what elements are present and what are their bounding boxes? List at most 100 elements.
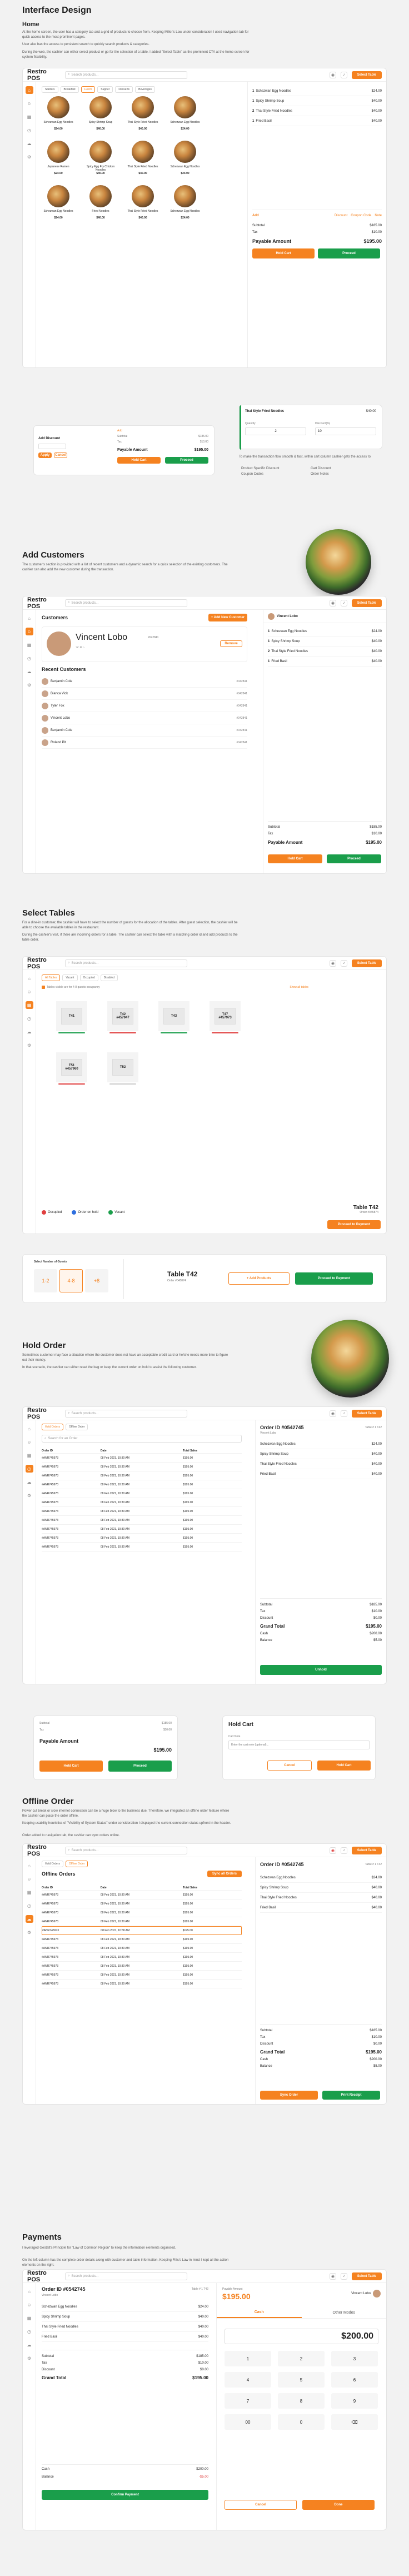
apply-button[interactable]: Apply: [38, 452, 52, 458]
discount-link[interactable]: Discount: [335, 214, 347, 217]
discount-input[interactable]: [38, 444, 66, 449]
unhold-button[interactable]: Unhold: [260, 1665, 382, 1675]
users-icon[interactable]: ☺: [26, 1875, 33, 1883]
product-card[interactable]: Thai Style Fried Noodles $40.00: [126, 185, 159, 220]
wifi-icon[interactable]: ◉: [330, 959, 336, 967]
product-card[interactable]: Thai Style Fried Noodles $40.00: [126, 141, 159, 175]
cart-item[interactable]: 2 Thai Style Fried Noodles $40.00: [252, 106, 382, 116]
table-icon[interactable]: ▦: [25, 1001, 33, 1009]
search-input[interactable]: ⌕ Search products...: [65, 599, 187, 607]
payment-tab[interactable]: Other Modes: [302, 2308, 387, 2318]
table-tile[interactable]: T51 #457960: [56, 1052, 87, 1088]
users-icon[interactable]: ☺: [26, 2301, 33, 2309]
table-icon[interactable]: ▦: [26, 641, 33, 649]
category-tab[interactable]: Supper: [97, 86, 113, 93]
product-card[interactable]: Thai Style Fried Noodles $40.00: [126, 96, 159, 131]
table-icon[interactable]: ▦: [26, 2314, 33, 2322]
keypad-key[interactable]: 8: [278, 2393, 325, 2409]
wifi-icon[interactable]: ◉: [330, 71, 336, 78]
select-table-button[interactable]: Select Table: [352, 959, 382, 967]
select-table-button[interactable]: Select Table: [352, 1846, 382, 1854]
table-row[interactable]: #ANR745973 08 Feb 2021, 10:30 AM $195.00: [42, 1962, 242, 1971]
product-card[interactable]: Schezwan Egg Noodles $24.00: [42, 96, 75, 131]
category-tab[interactable]: Breakfast: [60, 86, 79, 93]
print-receipt-button[interactable]: Print Receipt: [322, 2091, 380, 2100]
cart-item[interactable]: 1 Fried Basil $40.00: [252, 116, 382, 126]
table-row[interactable]: #ANR745973 08 Feb 2021, 10:30 AM $195.00: [42, 1507, 242, 1516]
cart-item[interactable]: Schezwan Egg Noodles $24.00: [42, 2302, 208, 2312]
recent-customer-row[interactable]: Bianca Vick #042841: [42, 688, 247, 700]
cart-item[interactable]: Spicy Shrimp Soup $40.00: [260, 1449, 382, 1459]
keypad-key[interactable]: 7: [225, 2393, 271, 2409]
sync-order-button[interactable]: Sync Order: [260, 2091, 318, 2100]
gear-icon[interactable]: ⚙: [26, 2354, 33, 2362]
cart-item[interactable]: Fried Basil $40.00: [42, 2332, 208, 2342]
search-input[interactable]: ⌕ Search products...: [65, 2272, 187, 2280]
discount-field[interactable]: 10: [315, 427, 376, 435]
cloud-icon[interactable]: ☁: [26, 668, 33, 675]
table-row[interactable]: #ANR745973 08 Feb 2021, 10:30 AM $195.00: [42, 1534, 242, 1543]
product-card[interactable]: Schezwan Egg Noodles $24.00: [168, 185, 202, 220]
proceed-to-payment-button[interactable]: Proceed to Payment: [295, 1272, 373, 1285]
clock-icon[interactable]: ◷: [26, 126, 33, 134]
add-link[interactable]: Add: [117, 429, 122, 432]
wifi-off-icon[interactable]: ◉: [330, 1847, 336, 1854]
quantity-stepper[interactable]: 2: [245, 427, 306, 435]
table-icon[interactable]: ▦: [26, 1888, 33, 1896]
recent-customer-row[interactable]: Benjamin Cole #042841: [42, 675, 247, 688]
category-tab[interactable]: Lunch: [81, 86, 96, 93]
hold-cart-button[interactable]: Hold Cart: [117, 457, 161, 464]
product-card[interactable]: Schezwan Egg Noodles $24.00: [168, 141, 202, 175]
users-icon[interactable]: ☺: [26, 1438, 33, 1446]
cart-item[interactable]: Thai Style Fried Noodles $40.00: [42, 2322, 208, 2332]
keypad-key[interactable]: 9: [331, 2393, 378, 2409]
table-icon[interactable]: ▦: [26, 1451, 33, 1459]
table-row[interactable]: #ANR745973 08 Feb 2021, 10:30 AM $195.00: [42, 1971, 242, 1980]
clock-icon[interactable]: ◷: [26, 1015, 33, 1022]
clock-icon[interactable]: ◷: [26, 654, 33, 662]
search-input[interactable]: ⌕ Search products...: [65, 1409, 187, 1418]
users-icon[interactable]: ☺: [26, 988, 33, 996]
order-tab[interactable]: Hold Orders: [42, 1424, 63, 1430]
keypad-key[interactable]: 6: [331, 2372, 378, 2388]
recent-customer-row[interactable]: Vincent Lobo #042841: [42, 712, 247, 724]
category-tab[interactable]: Beverages: [135, 86, 156, 93]
cart-item[interactable]: Fried Basil $40.00: [260, 1469, 382, 1479]
home-icon[interactable]: ⌂: [25, 86, 33, 94]
order-search-input[interactable]: ⌕ Search for an Order: [42, 1435, 242, 1443]
gear-icon[interactable]: ⚙: [26, 153, 33, 161]
cart-item[interactable]: 1 Spicy Shrimp Soup $40.00: [268, 636, 382, 647]
table-row[interactable]: #ANR745973 08 Feb 2021, 10:30 AM $195.00: [42, 1463, 242, 1471]
home-icon[interactable]: ⌂: [26, 614, 33, 622]
bell-icon[interactable]: ♪: [341, 599, 347, 606]
proceed-to-payment-button[interactable]: Proceed to Payment: [327, 1220, 381, 1229]
add-link[interactable]: Add: [252, 214, 259, 217]
cancel-button[interactable]: Cancel: [267, 1761, 312, 1771]
keypad-key[interactable]: 3: [331, 2351, 378, 2366]
product-card[interactable]: Spicy Shrimp Soup $40.00: [84, 96, 117, 131]
cloud-icon[interactable]: ☁: [26, 2341, 33, 2349]
checkbox[interactable]: [42, 986, 45, 989]
proceed-button[interactable]: Proceed: [318, 248, 380, 258]
proceed-button[interactable]: Proceed: [165, 457, 208, 464]
recent-customer-row[interactable]: Benjamin Cole #042841: [42, 724, 247, 737]
payment-tab[interactable]: Cash: [217, 2308, 302, 2318]
search-input[interactable]: ⌕ Search products...: [65, 959, 187, 967]
hold-cart-button[interactable]: Hold Cart: [39, 1761, 103, 1772]
recent-customer-row[interactable]: Roland Pit #042841: [42, 737, 247, 749]
cart-item[interactable]: Spicy Shrimp Soup $40.00: [42, 2312, 208, 2322]
table-tile[interactable]: T52: [107, 1052, 138, 1088]
keypad-key[interactable]: 00: [225, 2414, 271, 2430]
cart-item[interactable]: Fried Basil $40.00: [260, 1903, 382, 1913]
order-tab[interactable]: Hold Orders: [42, 1861, 63, 1867]
select-table-button[interactable]: Select Table: [352, 2272, 382, 2280]
sync-all-button[interactable]: Sync all Orders: [207, 1871, 242, 1877]
cart-note-input[interactable]: Enter the cart note (optional)...: [228, 1740, 370, 1749]
cloud-icon[interactable]: ☁: [26, 140, 33, 147]
users-icon[interactable]: ☺: [25, 628, 33, 635]
guest-option[interactable]: +8: [85, 1269, 108, 1292]
hold-cart-button[interactable]: Hold Cart: [252, 248, 315, 258]
product-card[interactable]: Japanese Ramen $24.00: [42, 141, 75, 175]
table-row[interactable]: #ANR745973 08 Feb 2021, 10:30 AM $195.00: [42, 1525, 242, 1534]
hold-cart-button[interactable]: Hold Cart: [268, 854, 322, 863]
